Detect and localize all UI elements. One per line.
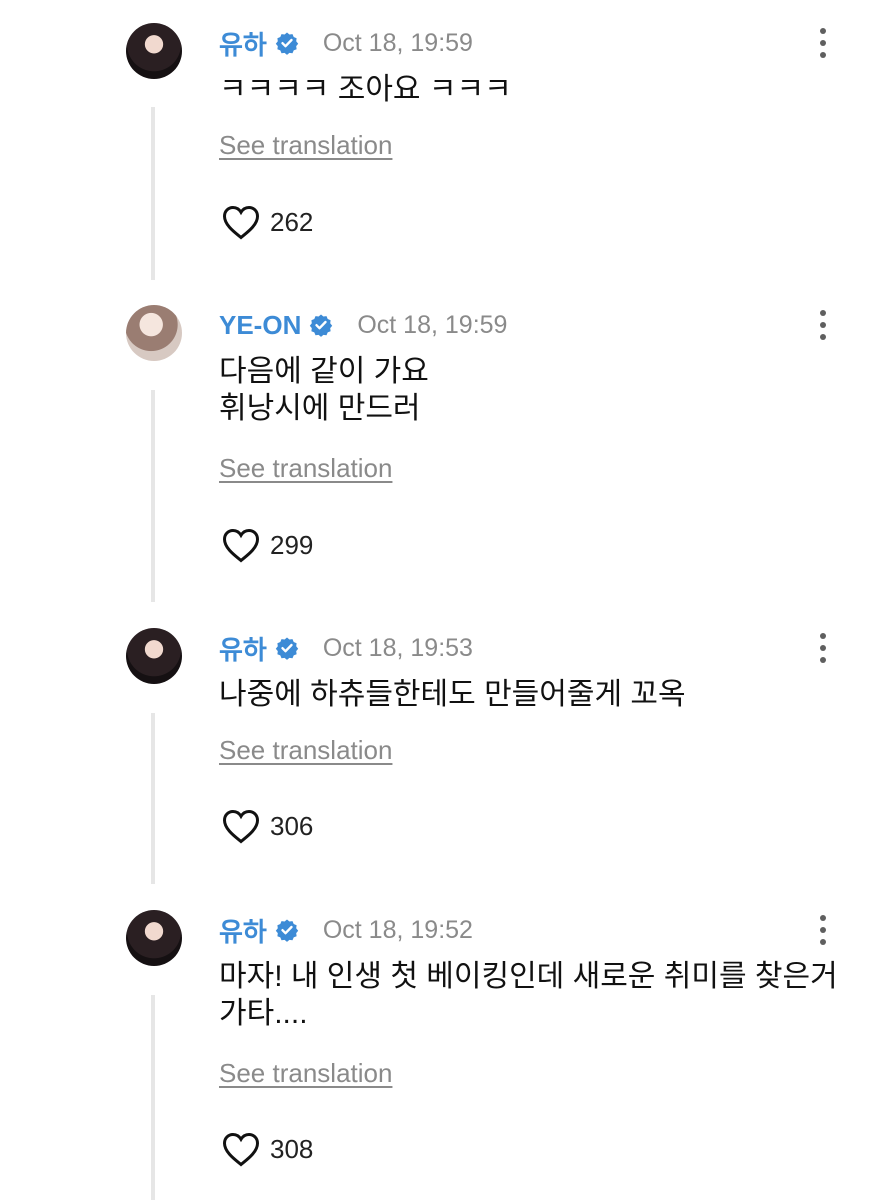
like-control[interactable]: 262: [220, 202, 313, 242]
verified-badge-icon: [310, 314, 333, 337]
like-count: 306: [270, 810, 314, 841]
thread-line: [151, 390, 155, 602]
like-count: 299: [270, 529, 314, 560]
author-name[interactable]: 유하: [219, 912, 267, 949]
comment-text: 다음에 같이 가요 휘낭시에 만드러: [219, 355, 429, 425]
more-options-icon[interactable]: [814, 915, 832, 945]
heart-icon[interactable]: [220, 807, 262, 845]
comment-timestamp: Oct 18, 19:59: [322, 28, 473, 57]
comment-timestamp: Oct 18, 19:59: [357, 310, 508, 339]
thread-line: [151, 713, 155, 884]
verified-badge-icon: [275, 32, 299, 55]
verified-badge-icon: [275, 919, 299, 942]
like-control[interactable]: 306: [220, 806, 313, 846]
see-translation-link[interactable]: See translation: [219, 1058, 392, 1089]
comment-timestamp: Oct 18, 19:53: [322, 633, 473, 662]
comment-item: 유하 Oct 18, 19:59 ㅋㅋㅋㅋ 조아요 ㅋㅋㅋ See transl…: [0, 0, 870, 290]
more-options-icon[interactable]: [814, 310, 832, 340]
comment-text: 나중에 하츄들한테도 만들어줄게 꼬옥: [219, 678, 686, 711]
author-name[interactable]: 유하: [219, 630, 267, 667]
comment-text: 마자! 내 인생 첫 베이킹인데 새로운 취미를 찾은거 가타....: [219, 960, 838, 1030]
avatar[interactable]: [126, 910, 182, 966]
more-options-icon[interactable]: [814, 633, 832, 663]
like-count: 308: [270, 1133, 314, 1164]
like-count: 262: [270, 206, 314, 237]
see-translation-link[interactable]: See translation: [219, 130, 392, 161]
author-name[interactable]: YE-ON: [219, 310, 301, 341]
comment-text: ㅋㅋㅋㅋ 조아요 ㅋㅋㅋ: [219, 73, 512, 106]
see-translation-link[interactable]: See translation: [219, 735, 392, 766]
comment-timestamp: Oct 18, 19:52: [322, 915, 473, 944]
avatar[interactable]: [126, 23, 182, 79]
comment-header: YE-ON Oct 18, 19:59: [219, 307, 507, 343]
author-name[interactable]: 유하: [219, 25, 267, 62]
comment-header: 유하 Oct 18, 19:52: [219, 912, 473, 948]
avatar[interactable]: [126, 628, 182, 684]
thread-line: [151, 995, 155, 1200]
like-control[interactable]: 308: [220, 1129, 313, 1169]
heart-icon[interactable]: [220, 526, 262, 564]
comment-header: 유하 Oct 18, 19:59: [219, 25, 473, 61]
heart-icon[interactable]: [220, 1130, 262, 1168]
like-control[interactable]: 299: [220, 525, 313, 565]
thread-line: [151, 107, 155, 280]
verified-badge-icon: [275, 637, 299, 660]
see-translation-link[interactable]: See translation: [219, 453, 392, 484]
avatar[interactable]: [126, 305, 182, 361]
more-options-icon[interactable]: [814, 28, 832, 58]
comment-header: 유하 Oct 18, 19:53: [219, 630, 473, 666]
heart-icon[interactable]: [220, 203, 262, 241]
